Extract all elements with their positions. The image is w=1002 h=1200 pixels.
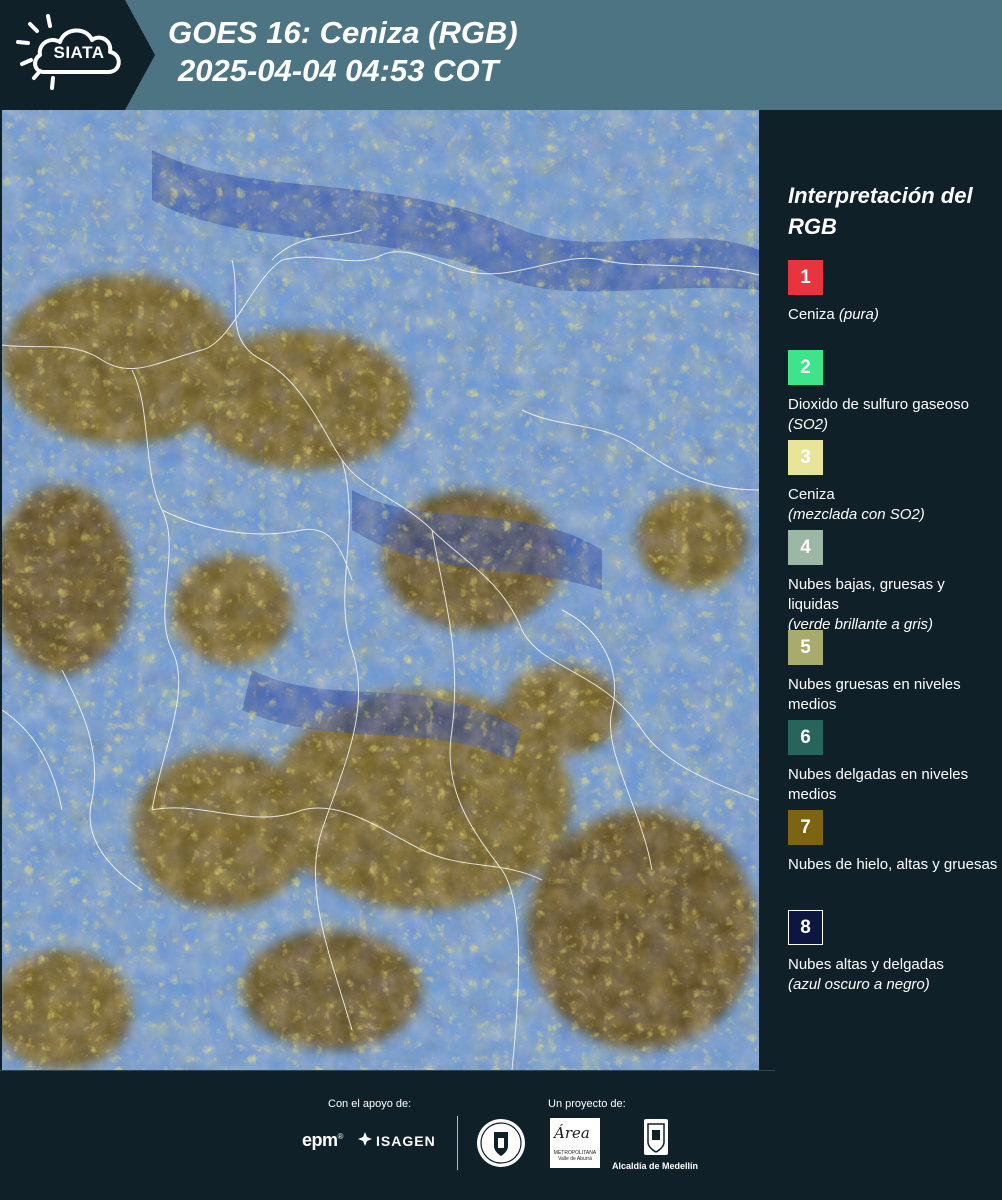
legend-item-text: Nubes de hielo, altas y gruesas (788, 856, 998, 873)
legend-item-label: Nubes delgadas en niveles medios (788, 765, 998, 805)
legend-item-4: 4 Nubes bajas, gruesas y liquidas (verde b… (788, 530, 998, 635)
isagen-icon (358, 1132, 372, 1149)
legend-item-note: (azul oscuro a negro) (788, 976, 930, 993)
legend-item-1: 1 Ceniza (pura) (788, 260, 998, 325)
legend-item-text: Nubes altas y delgadas (788, 956, 944, 973)
legend-item-label: Ceniza (pura) (788, 305, 998, 325)
satellite-image (2, 110, 759, 1070)
header-bar: SIATA GOES 16: Ceniza (RGB) 2025-04-04 0… (0, 0, 1002, 110)
support-label: Con el apoyo de: (328, 1098, 412, 1110)
siata-logo[interactable]: SIATA (0, 0, 155, 110)
legend-swatch: 3 (788, 440, 823, 475)
legend-swatch: 4 (788, 530, 823, 565)
legend-panel: Interpretación del RGB 1 Ceniza (pura) 2 Di… (760, 110, 1002, 1070)
legend-swatch: 2 (788, 350, 823, 385)
footer: Con el apoyo de: Un proyecto de: epm® IS… (0, 1070, 1002, 1200)
alcaldia-shield-icon[interactable] (643, 1118, 669, 1156)
area-subtitle: METROPOLITANA Valle de Aburrá (553, 1150, 597, 1162)
legend-item-label: Ceniza (mezclada con SO2) (788, 485, 998, 525)
legend-item-2: 2 Dioxido de sulfuro gaseoso (SO2) (788, 350, 998, 435)
legend-swatch: 1 (788, 260, 823, 295)
footer-divider (457, 1116, 458, 1170)
alcaldia-label: Alcaldía de Medellín (612, 1161, 699, 1171)
page-title: GOES 16: Ceniza (RGB) (168, 15, 518, 50)
university-seal-icon[interactable] (476, 1118, 526, 1168)
legend-item-label: Nubes de hielo, altas y gruesas (788, 855, 998, 875)
legend-item-text: Ceniza (788, 306, 835, 323)
legend-item-note: (SO2) (788, 416, 829, 433)
isagen-logo[interactable]: ISAGEN (358, 1132, 436, 1149)
logo-text: SIATA (53, 43, 105, 62)
legend-item-label: Nubes altas y delgadas (azul oscuro a neg… (788, 955, 998, 995)
legend-item-text: Nubes delgadas en niveles medios (788, 766, 969, 803)
legend-item-label: Dioxido de sulfuro gaseoso (SO2) (788, 395, 998, 435)
legend-item-label: Nubes gruesas en niveles medios (788, 675, 998, 715)
legend-swatch: 5 (788, 630, 823, 665)
legend-swatch: 8 (788, 910, 823, 945)
image-datetime: 2025-04-04 04:53 COT (178, 53, 499, 88)
legend-item-6: 6 Nubes delgadas en niveles medios (788, 720, 998, 805)
epm-logo[interactable]: epm® (302, 1130, 343, 1151)
legend-item-text: Nubes gruesas en niveles medios (788, 676, 961, 713)
satellite-ash-rgb-image (2, 110, 759, 1070)
area-name: Área (554, 1124, 590, 1142)
legend-item-7: 7 Nubes de hielo, altas y gruesas (788, 810, 998, 875)
area-metropolitana-logo[interactable]: Área METROPOLITANA Valle de Aburrá (550, 1118, 600, 1168)
legend-item-text: Ceniza (788, 486, 835, 503)
legend-item-text: Dioxido de sulfuro gaseoso (788, 396, 969, 413)
legend-swatch: 7 (788, 810, 823, 845)
legend-item-text: Nubes bajas, gruesas y liquidas (788, 576, 945, 613)
legend-item-5: 5 Nubes gruesas en niveles medios (788, 630, 998, 715)
legend-title: Interpretación del RGB (788, 183, 973, 239)
legend-item-3: 3 Ceniza (mezclada con SO2) (788, 440, 998, 525)
footer-separator (0, 1070, 775, 1071)
epm-text: epm (302, 1130, 338, 1150)
isagen-text: ISAGEN (376, 1133, 436, 1149)
legend-item-label: Nubes bajas, gruesas y liquidas (verde br… (788, 575, 998, 635)
legend-item-note: (mezclada con SO2) (788, 506, 925, 523)
legend-swatch: 6 (788, 720, 823, 755)
title-block: GOES 16: Ceniza (RGB) 2025-04-04 04:53 C… (168, 14, 518, 90)
legend-item-8: 8 Nubes altas y delgadas (azul oscuro a ne… (788, 910, 998, 995)
project-label: Un proyecto de: (548, 1098, 626, 1110)
epm-registered-mark: ® (337, 1132, 344, 1141)
legend-item-note: (pura) (838, 306, 879, 323)
